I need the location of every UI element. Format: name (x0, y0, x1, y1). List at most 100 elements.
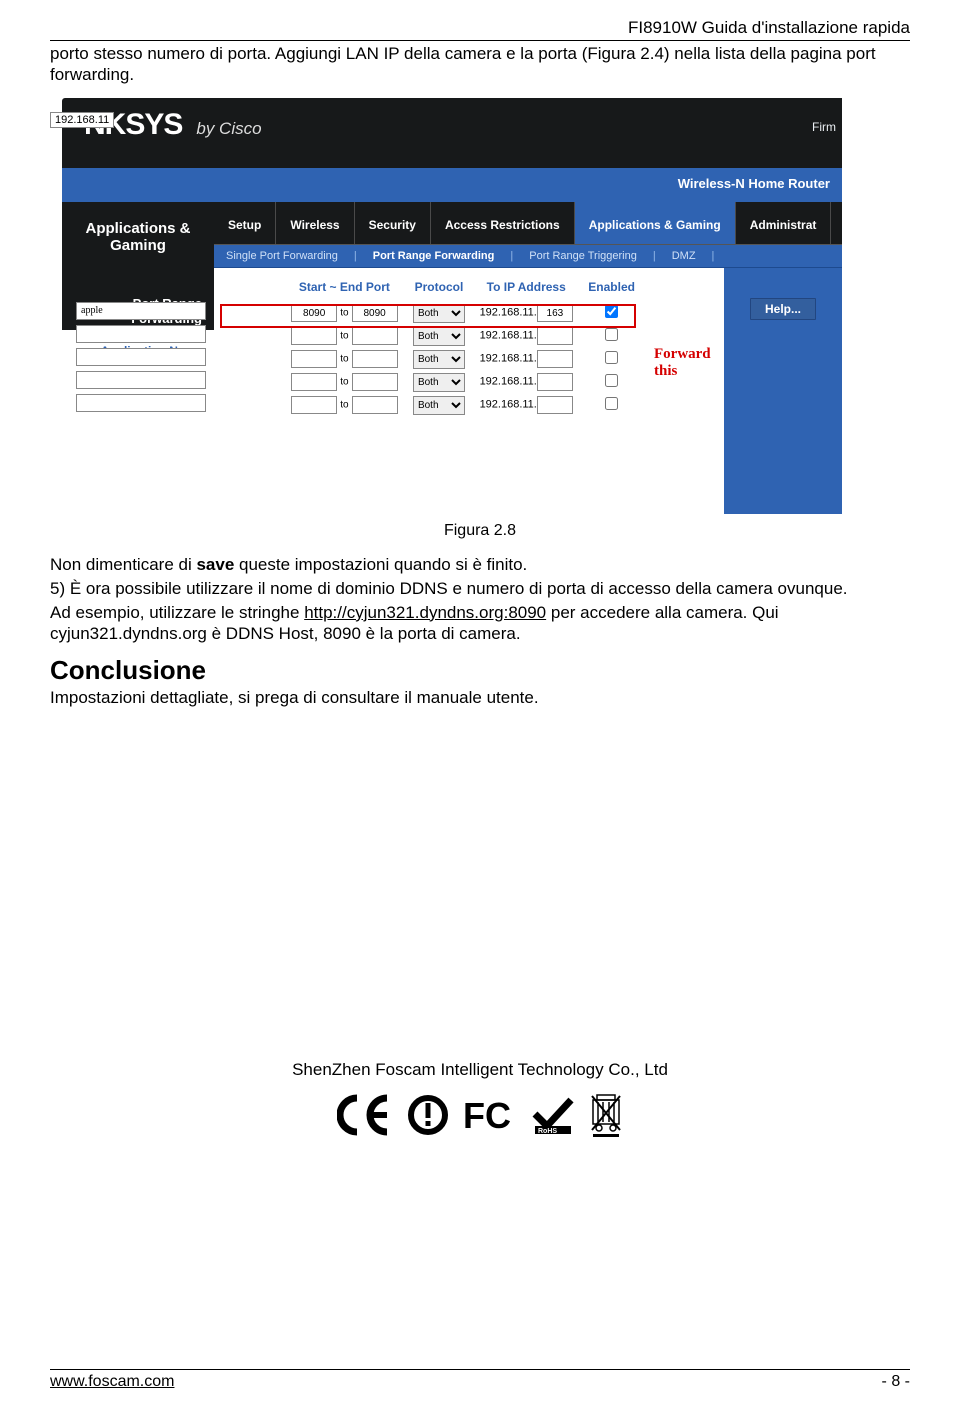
doc-header: FI8910W Guida d'installazione rapida (50, 18, 910, 41)
tab-admin[interactable]: Administrat (736, 202, 832, 244)
figure-2-8: 192.168.11 NKSYS by Cisco Firm Wireless-… (50, 98, 910, 515)
bold-text: save (196, 555, 234, 574)
end-port-input[interactable] (352, 396, 398, 414)
protocol-select[interactable]: Both (413, 396, 465, 415)
tab-wireless[interactable]: Wireless (276, 202, 354, 244)
ip-prefix: 192.168.11. (480, 330, 537, 342)
subtab-single-port[interactable]: Single Port Forwarding (226, 250, 338, 262)
ip-box: 192.168.11 (50, 112, 114, 128)
weee-bin-icon (589, 1092, 623, 1138)
ip-suffix-input[interactable] (537, 304, 573, 322)
table-row: to Both 192.168.11. (222, 302, 642, 325)
end-port-input[interactable] (352, 373, 398, 391)
conclusion-heading: Conclusione (50, 655, 910, 686)
port-forward-table: Start ~ End Port Protocol To IP Address … (222, 278, 642, 417)
cert-logos: FC RoHS (0, 1092, 960, 1138)
to-label: to (340, 308, 348, 319)
ip-suffix-input[interactable] (537, 373, 573, 391)
col-ip: To IP Address (471, 278, 581, 302)
company-footer: ShenZhen Foscam Intelligent Technology C… (0, 1060, 960, 1138)
protocol-select[interactable]: Both (413, 350, 465, 369)
protocol-select[interactable]: Both (413, 304, 465, 323)
text: Ad esempio, utilizzare le stringhe (50, 603, 304, 622)
enabled-checkbox[interactable] (605, 374, 618, 387)
ip-prefix: 192.168.11. (480, 376, 537, 388)
ip-suffix-input[interactable] (537, 327, 573, 345)
example-paragraph: Ad esempio, utilizzare le stringhe http:… (50, 602, 910, 646)
enabled-checkbox[interactable] (605, 305, 618, 318)
tab-apps-gaming[interactable]: Applications & Gaming (575, 202, 736, 244)
tab-access[interactable]: Access Restrictions (431, 202, 575, 244)
subtab-dmz[interactable]: DMZ (672, 250, 696, 262)
router-table-area: Start ~ End Port Protocol To IP Address … (214, 268, 724, 515)
enabled-checkbox[interactable] (605, 328, 618, 341)
router-subtabs: Single Port Forwarding | Port Range Forw… (214, 245, 842, 268)
text: Non dimenticare di (50, 555, 196, 574)
example-url: http://cyjun321.dyndns.org:8090 (304, 603, 546, 622)
sep-icon: | (354, 250, 357, 262)
text: queste impostazioni quando si è finito. (234, 555, 527, 574)
company-name: ShenZhen Foscam Intelligent Technology C… (0, 1060, 960, 1080)
table-row: to Both 192.168.11. (222, 394, 642, 417)
end-port-input[interactable] (352, 350, 398, 368)
tab-security[interactable]: Security (355, 202, 431, 244)
footer-url: www.foscam.com (50, 1373, 174, 1391)
app-name-input[interactable] (76, 394, 206, 412)
router-topbar: NKSYS by Cisco Firm (62, 98, 842, 168)
start-port-input[interactable] (291, 396, 337, 414)
enabled-checkbox[interactable] (605, 351, 618, 364)
table-row: to Both 192.168.11. (222, 348, 642, 371)
app-name-input[interactable] (76, 325, 206, 343)
start-port-input[interactable] (291, 327, 337, 345)
to-label: to (340, 331, 348, 342)
footer-page-number: - 8 - (882, 1373, 910, 1391)
end-port-input[interactable] (352, 304, 398, 322)
protocol-select[interactable]: Both (413, 327, 465, 346)
router-model-label: Wireless-N Home Router (678, 176, 830, 191)
sidebar-section-title: Applications & Gaming (62, 202, 214, 259)
firmware-label: Firm (812, 120, 836, 134)
app-name-input[interactable] (76, 348, 206, 366)
subtab-port-range-fwd[interactable]: Port Range Forwarding (373, 250, 495, 262)
col-protocol: Protocol (407, 278, 471, 302)
start-port-input[interactable] (291, 304, 337, 322)
col-enabled: Enabled (581, 278, 642, 302)
fcc-icon: FC (463, 1094, 517, 1136)
ip-prefix: 192.168.11. (480, 353, 537, 365)
ip-suffix-input[interactable] (537, 350, 573, 368)
figure-caption: Figura 2.8 (50, 522, 910, 540)
sep-icon: | (510, 250, 513, 262)
start-port-input[interactable] (291, 373, 337, 391)
end-port-input[interactable] (352, 327, 398, 345)
subtab-port-range-trig[interactable]: Port Range Triggering (529, 250, 637, 262)
sep-icon: | (653, 250, 656, 262)
ce-icon (337, 1094, 393, 1136)
conclusion-paragraph: Impostazioni dettagliate, si prega di co… (50, 688, 910, 708)
svg-text:RoHS: RoHS (538, 1128, 557, 1135)
start-port-input[interactable] (291, 350, 337, 368)
brand-by-text: by Cisco (196, 119, 261, 139)
app-name-input[interactable] (76, 371, 206, 389)
router-rightpanel: Help... (724, 268, 842, 515)
step5-paragraph: 5) È ora possibile utilizzare il nome di… (50, 578, 910, 600)
table-header-row: Start ~ End Port Protocol To IP Address … (222, 278, 642, 302)
svg-text:FC: FC (463, 1095, 511, 1136)
app-name-input[interactable] (76, 302, 206, 320)
intro-paragraph: porto stesso numero di porta. Aggiungi L… (50, 43, 910, 86)
to-label: to (340, 354, 348, 365)
help-button[interactable]: Help... (750, 298, 816, 320)
ip-prefix: 192.168.11. (480, 399, 537, 411)
forward-annotation: Forward this (654, 346, 724, 380)
tab-setup[interactable]: Setup (214, 202, 276, 244)
enabled-checkbox[interactable] (605, 397, 618, 410)
router-bluebar: Wireless-N Home Router (62, 168, 842, 202)
sep-icon: | (712, 250, 715, 262)
router-tabs: Setup Wireless Security Access Restricti… (214, 202, 842, 245)
rohs-icon: RoHS (531, 1094, 575, 1136)
router-center: Setup Wireless Security Access Restricti… (214, 202, 842, 515)
protocol-select[interactable]: Both (413, 373, 465, 392)
router-main: Applications & Gaming Port Range Forward… (62, 202, 842, 515)
table-row: to Both 192.168.11. (222, 371, 642, 394)
ip-suffix-input[interactable] (537, 396, 573, 414)
to-label: to (340, 400, 348, 411)
